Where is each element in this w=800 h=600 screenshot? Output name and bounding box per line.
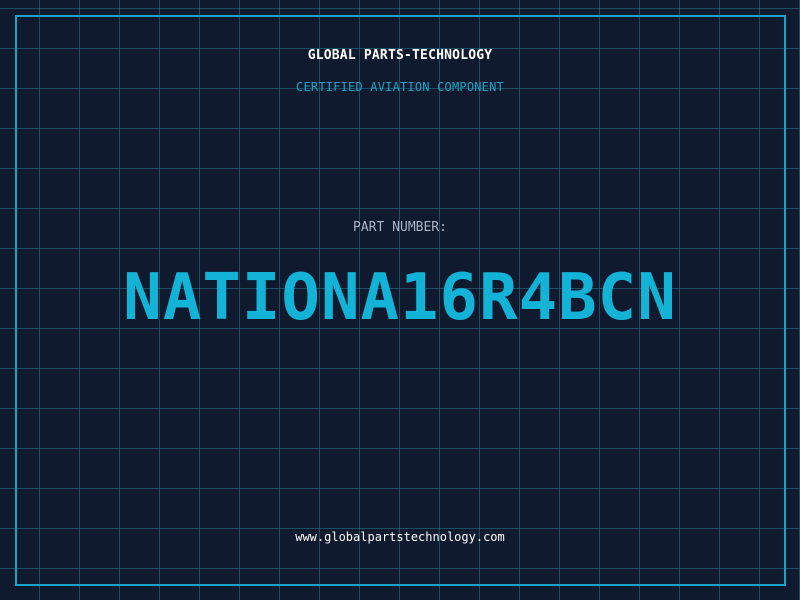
part-number-value: NATIONA16R4BCN [123, 261, 677, 335]
company-name: GLOBAL PARTS-TECHNOLOGY [307, 48, 493, 63]
website-url: www.globalpartstechnology.com [295, 530, 505, 544]
certification-tagline: CERTIFIED AVIATION COMPONENT [296, 80, 504, 94]
label-canvas: GLOBAL PARTS-TECHNOLOGY CERTIFIED AVIATI… [0, 0, 800, 600]
part-number-label: PART NUMBER: [353, 220, 447, 235]
